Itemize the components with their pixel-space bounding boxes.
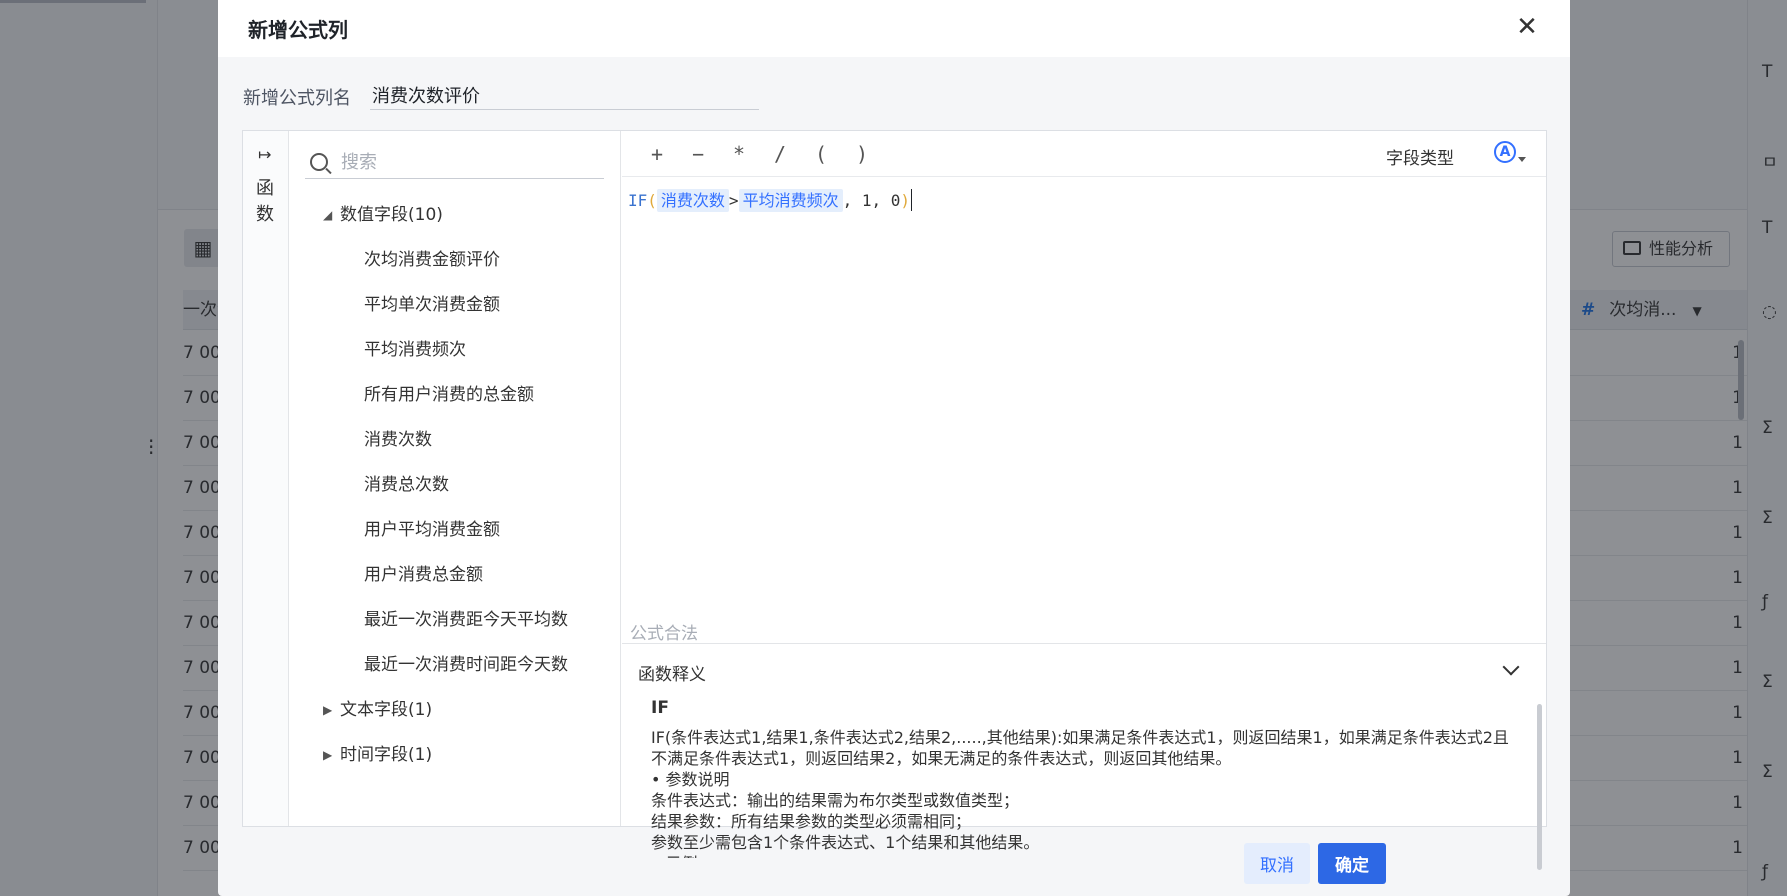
field-search [305, 145, 604, 179]
field-item[interactable]: 消费次数 [290, 418, 620, 463]
doc-scrollbar[interactable] [1537, 704, 1542, 870]
field-item[interactable]: 最近一次消费时间距今天数 [290, 643, 620, 688]
tree-group-label: 数值字段(10) [340, 205, 443, 225]
function-doc-body: IF IF(条件表达式1,结果1,条件表达式2,结果2,.....,其他结果):… [651, 698, 1511, 858]
field-item[interactable]: 所有用户消费的总金额 [290, 373, 620, 418]
field-item[interactable]: 平均消费频次 [290, 328, 620, 373]
open-paren: ( [647, 191, 657, 210]
confirm-button[interactable]: 确定 [1318, 843, 1386, 884]
tree-group-label: 时间字段(1) [340, 745, 433, 765]
tree-group-label: 文本字段(1) [340, 700, 433, 720]
caret-right-icon: ▶ [323, 748, 333, 762]
dialog-header: 新增公式列 ✕ [218, 0, 1570, 57]
chevron-down-icon[interactable] [1500, 658, 1524, 682]
field-tag[interactable]: 平均消费频次 [738, 189, 843, 212]
tree-group[interactable]: ◢ 数值字段(10) [290, 193, 620, 238]
field-item[interactable]: 次均消费金额评价 [290, 238, 620, 283]
field-item[interactable]: 用户消费总金额 [290, 553, 620, 598]
formula-line: IF(消费次数 > 平均消费频次, 1, 0) [628, 188, 1540, 214]
field-item[interactable]: 最近一次消费距今天平均数 [290, 598, 620, 643]
operator: > [728, 191, 739, 210]
tree-group[interactable]: ▶ 时间字段(1) [290, 733, 620, 778]
field-item[interactable]: 平均单次消费金额 [290, 283, 620, 328]
multiply-operator-button[interactable]: * [724, 141, 754, 167]
open-paren-button[interactable]: ( [806, 141, 836, 167]
dialog-title: 新增公式列 [248, 18, 348, 42]
caret-right-icon: ▶ [323, 703, 333, 717]
search-icon [310, 153, 328, 171]
field-type-label: 字段类型 [1386, 149, 1454, 169]
function-doc-line: 条件表达式：输出的结果需为布尔类型或数值类型； [651, 791, 1020, 810]
function-doc-line: • 参数说明 [651, 770, 730, 789]
caret-down-icon: ◢ [323, 208, 333, 222]
function-keyword: IF [628, 191, 648, 210]
function-tab-label[interactable]: 函数 [254, 176, 276, 228]
formula-input[interactable]: IF(消费次数 > 平均消费频次, 1, 0) [622, 178, 1546, 568]
function-doc-line: IF(条件表达式1,结果1,条件表达式2,结果2,.....,其他结果):如果满… [651, 728, 1509, 768]
operator-toolbar: + − * / ( ) 字段类型 A [622, 131, 1546, 177]
text-type-icon: A [1494, 141, 1516, 163]
field-tree-panel: ◢ 数值字段(10) 次均消费金额评价平均单次消费金额平均消费频次所有用户消费的总金… [290, 131, 621, 826]
close-icon[interactable]: ✕ [1514, 14, 1540, 40]
function-doc-panel: 函数释义 IF IF(条件表达式1,结果1,条件表达式2,结果2,.....,其… [622, 643, 1546, 870]
divide-operator-button[interactable]: / [765, 141, 795, 167]
column-name-label: 新增公式列名 [243, 88, 351, 109]
formula-valid-message: 公式合法 [630, 624, 698, 644]
field-tag[interactable]: 消费次数 [656, 189, 729, 212]
field-type-dropdown[interactable]: A [1494, 141, 1526, 167]
function-doc-line: 结果参数：所有结果参数的类型必须需相同； [651, 812, 972, 831]
field-item[interactable]: 用户平均消费金额 [290, 508, 620, 553]
dropdown-arrow-icon [1518, 157, 1526, 162]
function-doc-title: 函数释义 [638, 665, 706, 685]
close-paren: ) [900, 191, 911, 210]
column-name-input[interactable] [370, 80, 759, 110]
formula-panel: + − * / ( ) 字段类型 A IF(消费次数 > 平均消费频次, 1, 0)… [622, 131, 1546, 870]
minus-operator-button[interactable]: − [683, 141, 713, 167]
tree-group[interactable]: ▶ 文本字段(1) [290, 688, 620, 733]
add-formula-column-dialog: 新增公式列 ✕ 新增公式列名 ↦ 函数 ◢ 数值字段(10) 次均消费金额评价平均单… [218, 0, 1570, 896]
close-paren-button[interactable]: ) [847, 141, 877, 167]
arguments: , 1, 0 [842, 191, 901, 210]
field-tree: ◢ 数值字段(10) 次均消费金额评价 平均单次消费金额 平均消费频次 所有用户消费的总金… [290, 193, 620, 778]
expand-arrow-icon[interactable]: ↦ [258, 145, 271, 164]
plus-operator-button[interactable]: + [642, 141, 672, 167]
formula-editor: ↦ 函数 ◢数值字段(10)次均消费金额评价平均单次消费金额平均消费频次所有用户… [242, 130, 1547, 870]
cancel-button[interactable]: 取消 [1244, 843, 1310, 884]
field-search-input[interactable] [341, 149, 591, 175]
field-item[interactable]: 消费总次数 [290, 463, 620, 508]
function-side-panel[interactable]: ↦ 函数 [243, 131, 289, 826]
function-doc-name: IF [651, 698, 669, 718]
text-cursor [911, 189, 913, 211]
